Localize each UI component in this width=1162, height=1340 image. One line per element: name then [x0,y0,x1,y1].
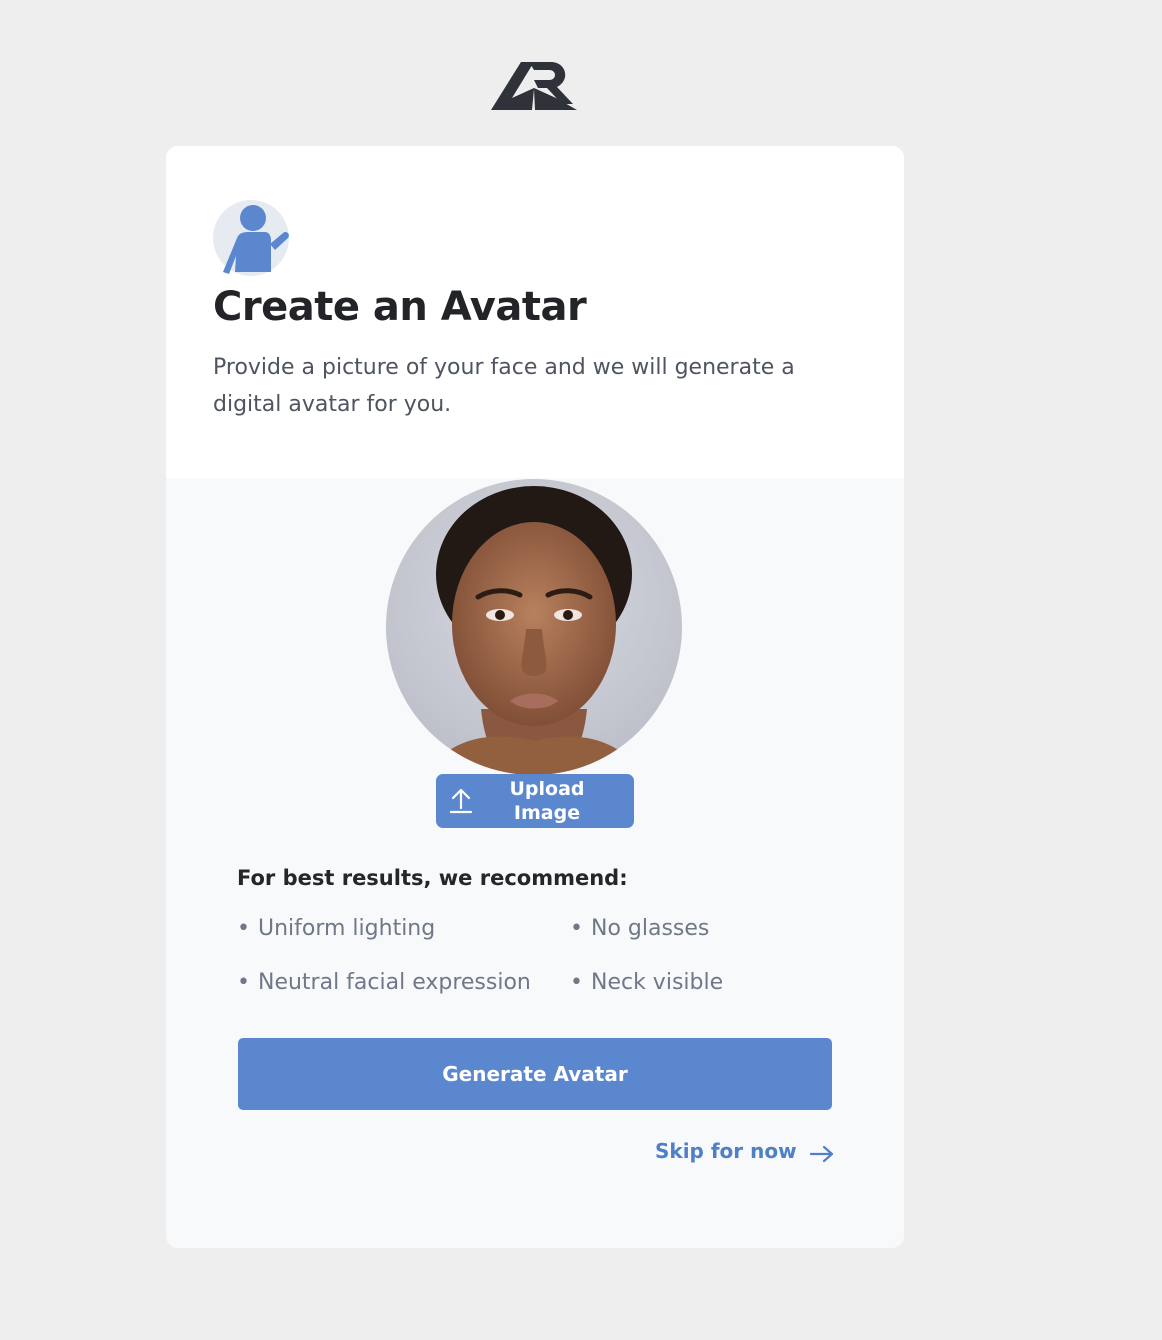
person-waving-icon [213,200,289,276]
avatar-card: Create an Avatar Provide a picture of yo… [166,146,904,1248]
page-title: Create an Avatar [213,284,587,330]
generate-avatar-button[interactable]: Generate Avatar [238,1038,832,1110]
list-item: • Uniform lighting [237,916,435,941]
page-description: Provide a picture of your face and we wi… [213,355,795,417]
recommendation-text: Uniform lighting [257,916,436,941]
recommendations-list: • Uniform lighting • No glasses • Neutral f… [237,916,837,1026]
bullet-icon: • [237,916,250,941]
list-item: • Neck visible [570,970,723,995]
bullet-icon: • [570,970,583,995]
card-header: Create an Avatar Provide a picture of yo… [166,146,904,478]
ar-logo-icon [491,62,577,110]
list-item: • Neutral facial expression [237,970,531,995]
list-item: • No glasses [570,916,709,941]
upload-image-label: Upload Image [509,778,585,824]
skip-for-now-link[interactable]: Skip for now [655,1136,835,1168]
recommendation-text: No glasses [590,916,710,941]
recommendation-text: Neck visible [590,970,724,995]
recommendations-heading: For best results, we recommend: [237,866,628,890]
bullet-icon: • [237,970,250,995]
skip-label: Skip for now [655,1139,797,1163]
avatar-photo [386,479,682,775]
recommendation-text: Neutral facial expression [257,970,531,995]
bullet-icon: • [570,916,583,941]
upload-icon [449,788,473,814]
upload-image-button[interactable]: Upload Image [436,774,634,828]
arrow-right-icon [809,1145,834,1162]
